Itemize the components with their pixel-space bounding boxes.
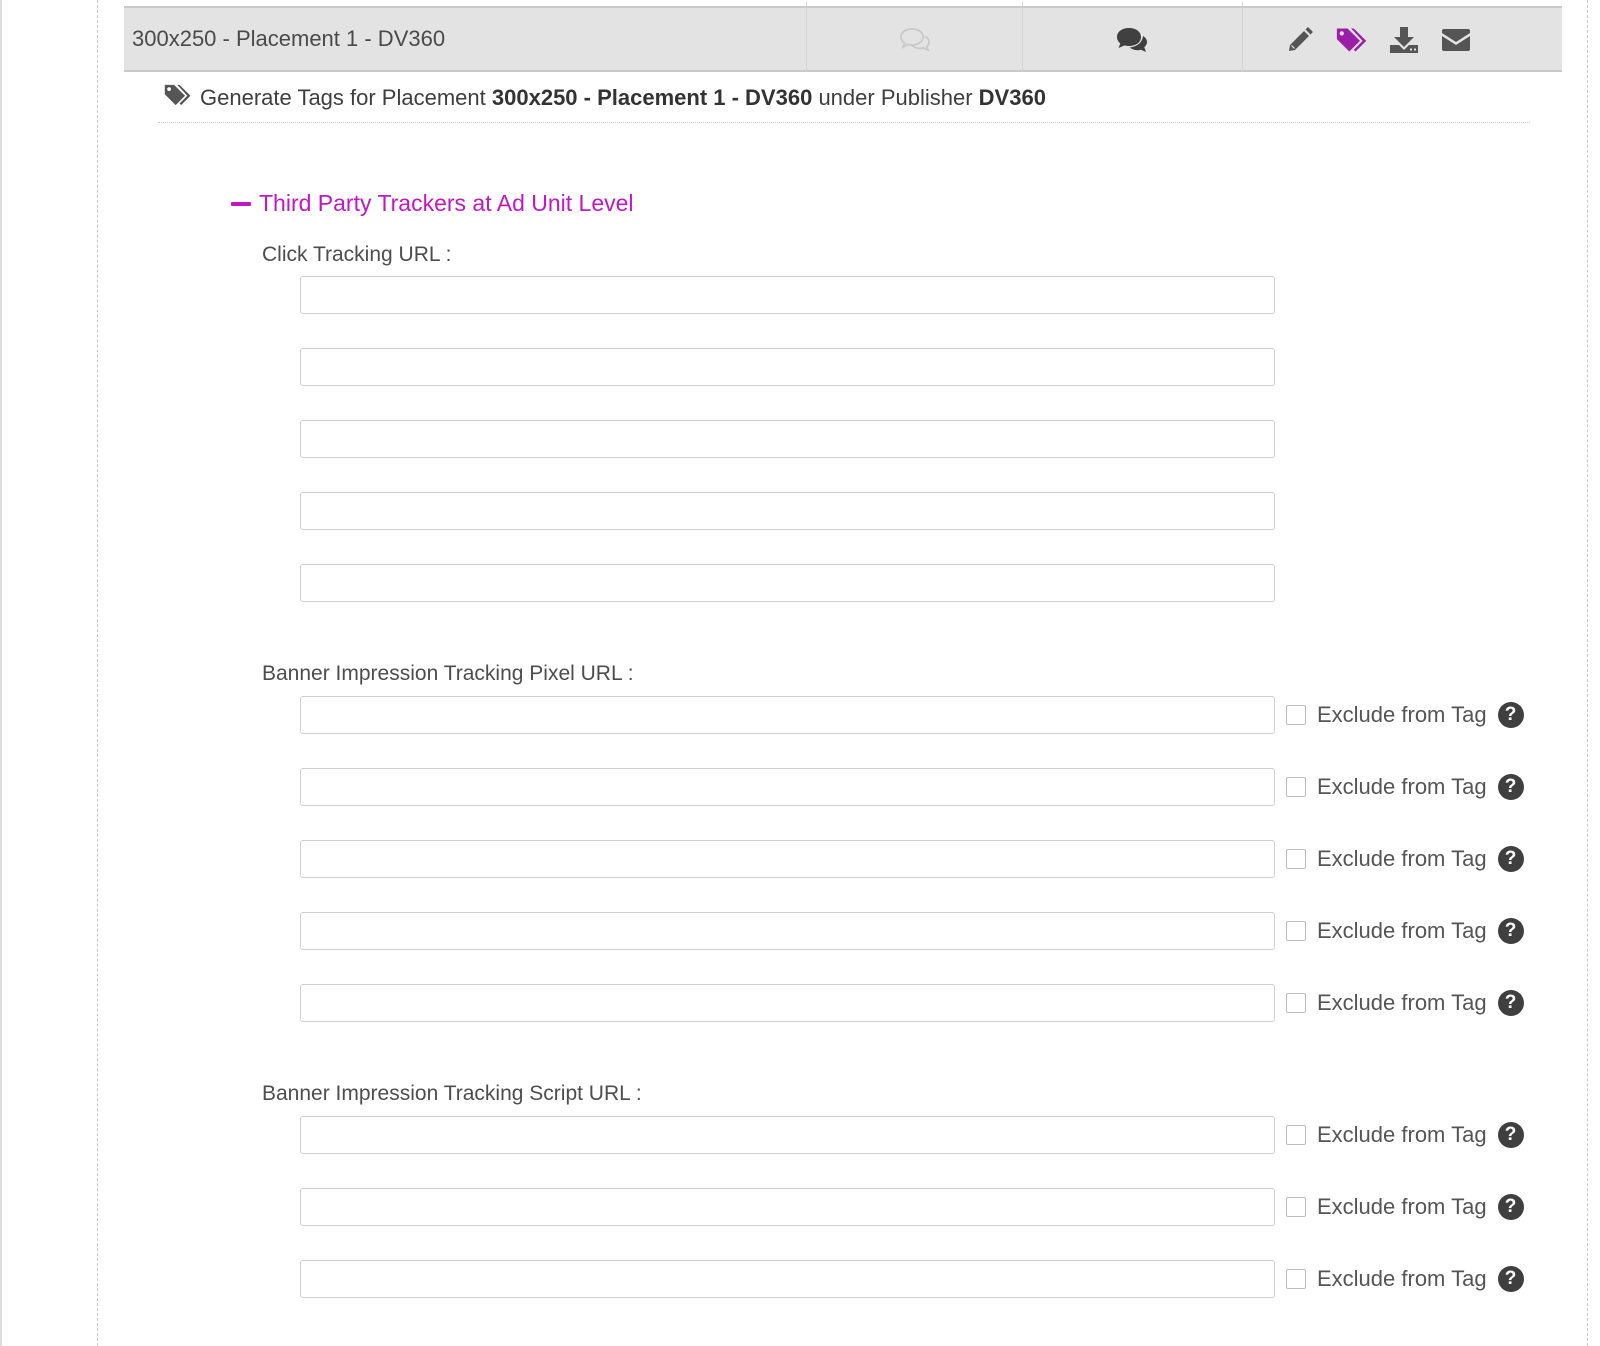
tags-icon[interactable]: [1336, 26, 1368, 54]
placement-name: 300x250 - Placement 1 - DV360: [132, 26, 446, 51]
script-tracking-url-input-1[interactable]: [300, 1116, 1275, 1154]
exclude-from-tag-checkbox[interactable]: [1286, 993, 1306, 1013]
envelope-icon[interactable]: [1440, 26, 1472, 54]
help-icon[interactable]: ?: [1497, 1194, 1524, 1220]
script-tracking-url-input-3[interactable]: [300, 1260, 1275, 1298]
pixel-tracking-url-input-4[interactable]: [300, 912, 1275, 950]
click-tracking-label: Click Tracking URL :: [262, 243, 452, 266]
generate-publisher-name: DV360: [978, 85, 1046, 110]
exclude-from-tag-row: Exclude from Tag ?: [1286, 912, 1524, 950]
exclude-from-tag-row: Exclude from Tag ?: [1286, 840, 1524, 878]
download-icon[interactable]: [1388, 26, 1420, 54]
help-icon[interactable]: ?: [1497, 918, 1524, 944]
exclude-from-tag-label: Exclude from Tag: [1317, 1266, 1487, 1291]
pixel-tracking-label: Banner Impression Tracking Pixel URL :: [262, 662, 634, 685]
dotted-separator: [158, 122, 1530, 123]
generate-placement-name: 300x250 - Placement 1 - DV360: [491, 85, 813, 110]
generate-prefix: Generate Tags for Placement: [200, 85, 486, 110]
click-tracking-url-input-1[interactable]: [300, 276, 1275, 314]
help-icon[interactable]: ?: [1497, 1122, 1524, 1148]
left-dashed-divider: [97, 0, 98, 1346]
script-tracking-label: Banner Impression Tracking Script URL :: [262, 1082, 642, 1105]
comments-outline-icon[interactable]: [899, 26, 931, 54]
left-border: [0, 0, 2, 1346]
exclude-from-tag-checkbox[interactable]: [1286, 849, 1306, 869]
click-tracking-url-input-2[interactable]: [300, 348, 1275, 386]
exclude-from-tag-row: Exclude from Tag ?: [1286, 1188, 1524, 1226]
tags-icon: [164, 83, 192, 113]
exclude-from-tag-checkbox[interactable]: [1286, 1269, 1306, 1289]
generate-middle-text: under Publisher: [818, 85, 973, 110]
exclude-from-tag-row: Exclude from Tag ?: [1286, 696, 1524, 734]
column-divider: [806, 2, 807, 72]
help-icon[interactable]: ?: [1497, 990, 1524, 1016]
exclude-from-tag-label: Exclude from Tag: [1317, 990, 1487, 1015]
page: 300x250 - Placement 1 - DV360 Generate T…: [0, 0, 1600, 1346]
pixel-tracking-url-input-5[interactable]: [300, 984, 1275, 1022]
exclude-from-tag-row: Exclude from Tag ?: [1286, 1116, 1524, 1154]
click-tracking-url-input-5[interactable]: [300, 564, 1275, 602]
help-icon[interactable]: ?: [1497, 846, 1524, 872]
pixel-tracking-url-input-1[interactable]: [300, 696, 1275, 734]
column-divider: [1022, 2, 1023, 72]
help-icon[interactable]: ?: [1497, 774, 1524, 800]
exclude-from-tag-checkbox[interactable]: [1286, 1197, 1306, 1217]
right-dashed-divider: [1587, 0, 1588, 1346]
exclude-from-tag-label: Exclude from Tag: [1317, 774, 1487, 799]
help-icon[interactable]: ?: [1497, 702, 1524, 728]
pencil-icon[interactable]: [1284, 26, 1316, 54]
pixel-tracking-url-input-3[interactable]: [300, 840, 1275, 878]
help-icon[interactable]: ?: [1497, 1266, 1524, 1292]
click-tracking-url-input-3[interactable]: [300, 420, 1275, 458]
comments-icon[interactable]: [1116, 26, 1148, 54]
exclude-from-tag-row: Exclude from Tag ?: [1286, 768, 1524, 806]
script-tracking-url-input-2[interactable]: [300, 1188, 1275, 1226]
exclude-from-tag-label: Exclude from Tag: [1317, 1194, 1487, 1219]
pixel-tracking-url-input-2[interactable]: [300, 768, 1275, 806]
exclude-from-tag-checkbox[interactable]: [1286, 777, 1306, 797]
exclude-from-tag-label: Exclude from Tag: [1317, 846, 1487, 871]
column-divider: [1242, 2, 1243, 72]
exclude-from-tag-row: Exclude from Tag ?: [1286, 1260, 1524, 1298]
section-title: Third Party Trackers at Ad Unit Level: [259, 190, 634, 216]
generate-tags-header: Generate Tags for Placement 300x250 - Pl…: [164, 83, 1046, 113]
exclude-from-tag-checkbox[interactable]: [1286, 921, 1306, 941]
exclude-from-tag-checkbox[interactable]: [1286, 705, 1306, 725]
collapse-minus-icon: [231, 201, 251, 206]
placement-row: 300x250 - Placement 1 - DV360: [124, 2, 1562, 72]
click-tracking-url-input-4[interactable]: [300, 492, 1275, 530]
exclude-from-tag-checkbox[interactable]: [1286, 1125, 1306, 1145]
exclude-from-tag-row: Exclude from Tag ?: [1286, 984, 1524, 1022]
third-party-trackers-toggle[interactable]: Third Party Trackers at Ad Unit Level: [231, 190, 634, 217]
exclude-from-tag-label: Exclude from Tag: [1317, 918, 1487, 943]
exclude-from-tag-label: Exclude from Tag: [1317, 702, 1487, 727]
exclude-from-tag-label: Exclude from Tag: [1317, 1122, 1487, 1147]
